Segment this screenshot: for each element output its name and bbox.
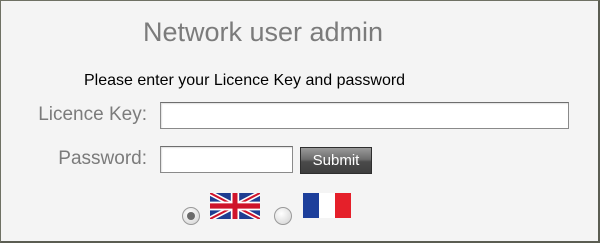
submit-button[interactable]: Submit: [300, 147, 372, 174]
password-label: Password:: [58, 148, 147, 169]
licence-key-label: Licence Key:: [38, 104, 147, 125]
password-input[interactable]: [160, 146, 293, 173]
login-instructions: Please enter your Licence Key and passwo…: [84, 72, 406, 89]
page-title: Network user admin: [142, 17, 384, 47]
language-radio-english[interactable]: [182, 207, 200, 225]
login-panel: Network user admin Please enter your Lic…: [0, 0, 600, 243]
licence-key-input[interactable]: [160, 102, 569, 129]
language-radio-french[interactable]: [274, 207, 292, 225]
radio-selected-dot: [187, 212, 195, 220]
france-flag-icon[interactable]: [303, 193, 351, 218]
uk-flag-icon[interactable]: [210, 193, 260, 219]
